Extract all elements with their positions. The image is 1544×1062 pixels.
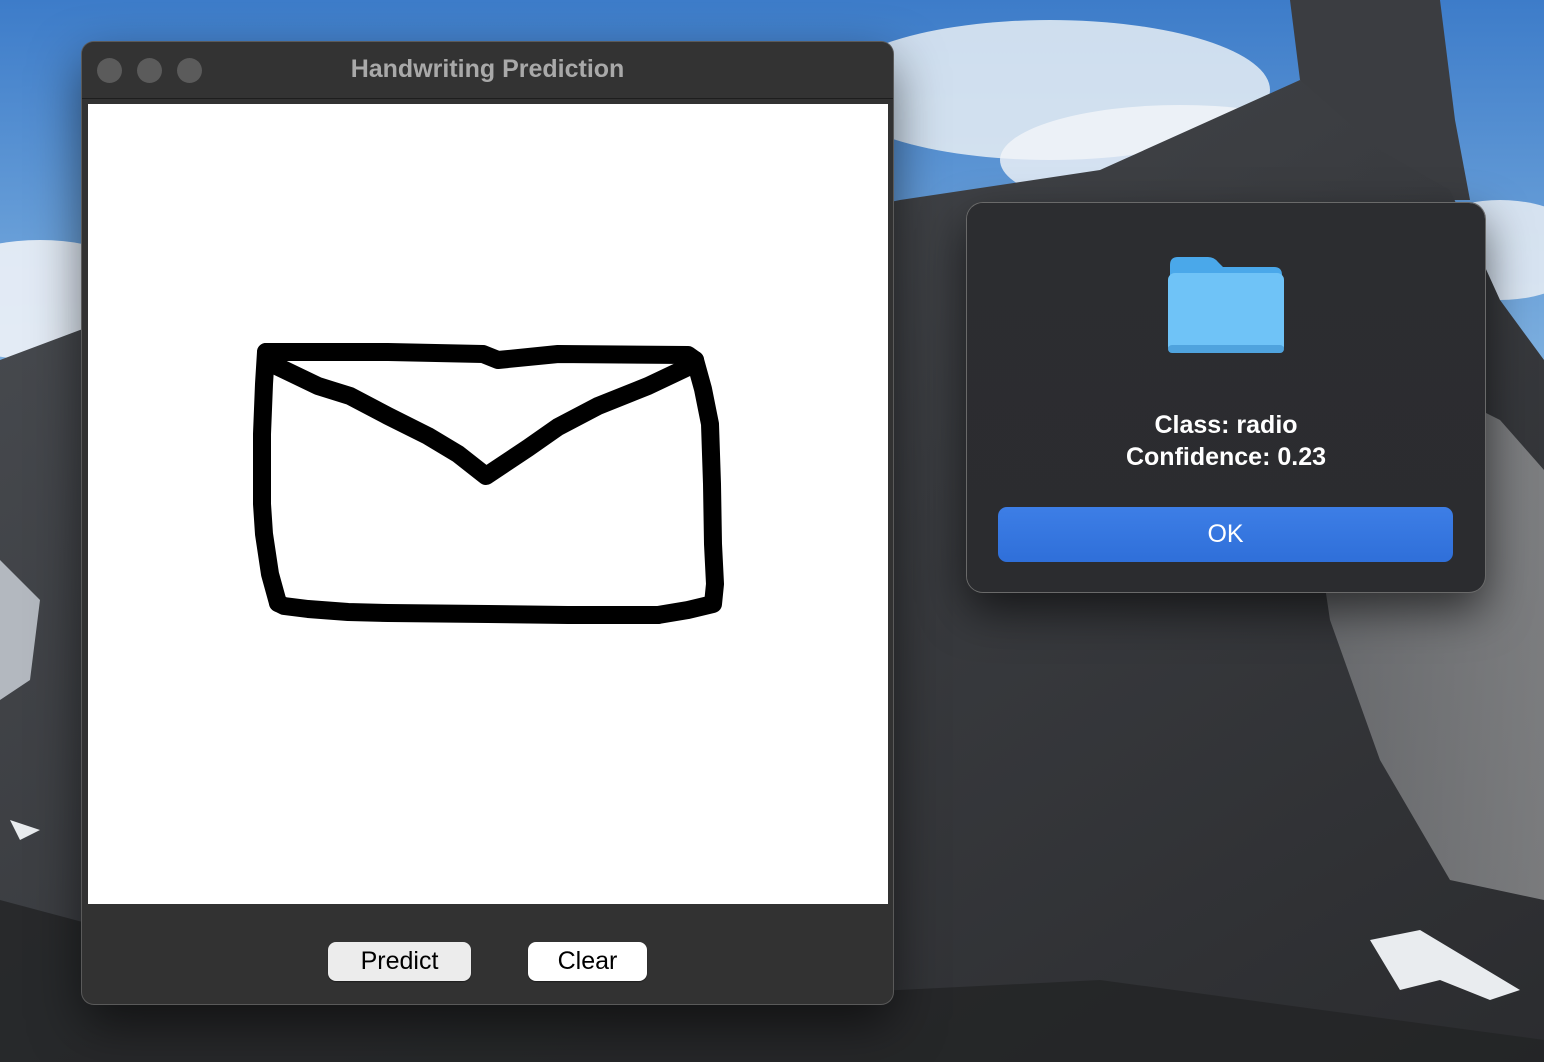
drawing-canvas[interactable] [88, 104, 888, 904]
alert-dialog: Class: radio Confidence: 0.23 OK [967, 203, 1485, 592]
envelope-sketch [253, 343, 724, 624]
predict-button[interactable]: Predict [328, 942, 471, 981]
clear-button[interactable]: Clear [528, 942, 647, 981]
prediction-class-text: Class: radio [1154, 411, 1298, 439]
ok-button[interactable]: OK [998, 507, 1453, 562]
window-title: Handwriting Prediction [350, 55, 625, 83]
main-window: Handwriting Prediction Predict Clear [82, 42, 893, 1004]
folder-icon [1168, 257, 1284, 353]
title-bar[interactable]: Handwriting Prediction [82, 42, 893, 99]
prediction-confidence-text: Confidence: 0.23 [1125, 443, 1327, 471]
